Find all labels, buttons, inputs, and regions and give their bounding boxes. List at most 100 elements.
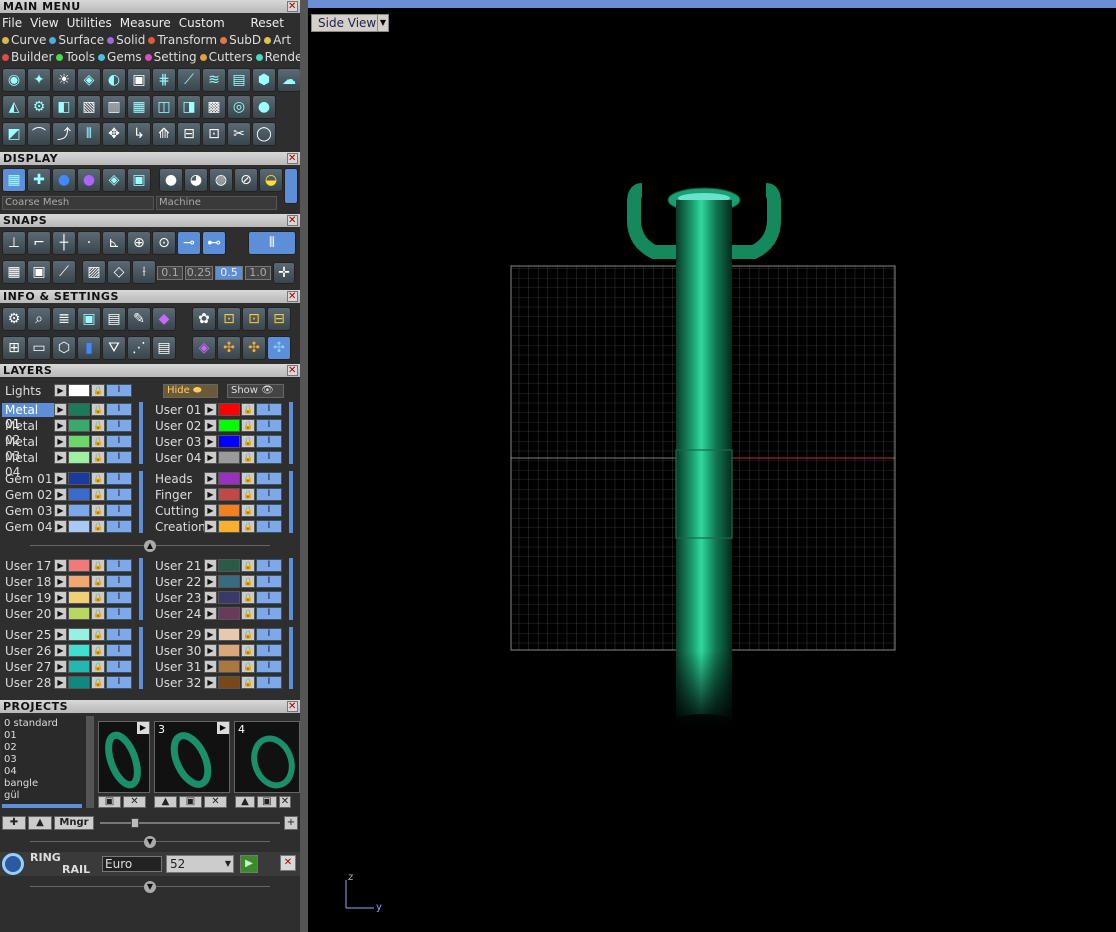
visibility-toggle[interactable]: I (106, 403, 132, 416)
project-thumbnail[interactable]: 3 ▶ (154, 721, 230, 793)
tool-icon[interactable]: ◎ (227, 95, 251, 119)
visibility-toggle[interactable]: I (106, 607, 132, 620)
tool-icon[interactable]: ● (252, 95, 276, 119)
sphere-icon[interactable]: ◒ (259, 168, 283, 192)
visibility-toggle[interactable]: I (256, 644, 282, 657)
layer-color[interactable] (68, 488, 90, 501)
layer-color[interactable] (218, 488, 240, 501)
arrow-icon[interactable]: ▶ (54, 660, 67, 673)
ring-icon[interactable]: ◯ (252, 122, 276, 146)
project-item[interactable]: 0 standard (4, 718, 58, 730)
layer-row[interactable]: User 20 ▶ 🔒 I (2, 606, 132, 621)
lock-icon[interactable]: 🔒 (241, 504, 255, 517)
layer-color[interactable] (68, 504, 90, 517)
snap-toggle-icon[interactable]: ⫴ (248, 231, 296, 255)
sphere-icon[interactable]: ◍ (209, 168, 233, 192)
project-item[interactable]: 01 (4, 730, 17, 742)
layer-row[interactable]: Gem 04 ▶ 🔒 I (2, 519, 132, 534)
play-button[interactable]: ▶ (240, 855, 258, 873)
cube-icon[interactable]: ⬡ (52, 336, 76, 360)
category-art[interactable]: Art (264, 33, 291, 47)
snap-icon[interactable]: ⊾ (102, 231, 126, 255)
arrow-icon[interactable]: ▶ (204, 419, 217, 432)
layer-color[interactable] (218, 435, 240, 448)
tool-icon[interactable]: ▥ (102, 95, 126, 119)
snap-icon[interactable]: ⟋ (52, 260, 76, 284)
layer-row[interactable]: User 30 ▶ 🔒 I (152, 643, 282, 658)
close-icon[interactable]: ✕ (280, 855, 296, 871)
viewport[interactable]: Side View ▼ z y (308, 0, 1116, 932)
close-icon[interactable]: ✕ (287, 291, 298, 302)
layer-color[interactable] (218, 559, 240, 572)
layer-row[interactable]: User 29 ▶ 🔒 I (152, 627, 282, 642)
arrow-icon[interactable]: ▶ (54, 451, 67, 464)
save-icon[interactable]: ▣ (98, 796, 121, 808)
category-builder[interactable]: Builder (2, 50, 53, 64)
arrow-icon[interactable]: ▶ (54, 504, 67, 517)
snap-icon[interactable]: ◇ (107, 260, 131, 284)
arrow-icon[interactable]: ▶ (204, 644, 217, 657)
layer-row[interactable]: User 27 ▶ 🔒 I (2, 659, 132, 674)
lock-icon[interactable]: 🔒 (241, 451, 255, 464)
tool-icon[interactable]: ⟋ (177, 68, 201, 92)
delete-icon[interactable]: ✕ (279, 796, 291, 808)
close-icon[interactable]: ✕ (287, 1, 298, 12)
tool-icon[interactable]: ⊡ (217, 307, 241, 331)
lock-icon[interactable]: 🔒 (91, 488, 105, 501)
add-project-button[interactable]: ✚ (2, 816, 26, 830)
tool-icon[interactable]: ◨ (177, 95, 201, 119)
tool-icon[interactable]: ◫ (152, 95, 176, 119)
layer-row[interactable]: User 26 ▶ 🔒 I (2, 643, 132, 658)
lock-icon[interactable]: 🔒 (91, 591, 105, 604)
arrow-icon[interactable]: ▶ (54, 591, 67, 604)
tool-icon[interactable]: ✣ (217, 336, 241, 360)
tool-icon[interactable]: ◐ (102, 68, 126, 92)
arrow-icon[interactable]: ▶ (54, 384, 67, 397)
category-transform[interactable]: Transform (148, 33, 217, 47)
zoom-in-button[interactable]: + (284, 816, 298, 830)
layer-color[interactable] (68, 591, 90, 604)
lock-icon[interactable]: 🔒 (91, 559, 105, 572)
lock-icon[interactable]: 🔒 (91, 403, 105, 416)
layer-color[interactable] (218, 575, 240, 588)
layer-color[interactable] (68, 575, 90, 588)
arrow-icon[interactable]: ▶ (204, 403, 217, 416)
upload-icon[interactable]: ▲ (235, 796, 255, 808)
layer-row[interactable]: User 23 ▶ 🔒 I (152, 590, 282, 605)
visibility-toggle[interactable]: I (256, 676, 282, 689)
arrow-icon[interactable]: ▶ (204, 660, 217, 673)
delete-icon[interactable]: ✕ (204, 796, 227, 808)
visibility-toggle[interactable]: I (256, 488, 282, 501)
grid-icon[interactable]: ▦ (2, 168, 26, 192)
arrow-icon[interactable]: ▶ (204, 472, 217, 485)
tool-icon[interactable]: ✂ (227, 122, 251, 146)
layer-color[interactable] (68, 607, 90, 620)
arrow-icon[interactable]: ▶ (204, 676, 217, 689)
visibility-toggle[interactable]: I (256, 607, 282, 620)
project-item[interactable]: bangle (4, 778, 38, 790)
visibility-toggle[interactable]: I (256, 403, 282, 416)
lock-icon[interactable]: 🔒 (91, 384, 105, 397)
project-thumbnail[interactable]: 4 (234, 721, 300, 793)
arrow-icon[interactable]: ▶ (204, 488, 217, 501)
layer-color[interactable] (218, 644, 240, 657)
category-surface[interactable]: Surface (49, 33, 104, 47)
tool-icon[interactable]: ⤴ (52, 122, 76, 146)
visibility-toggle[interactable]: I (106, 419, 132, 432)
visibility-toggle[interactable]: I (256, 628, 282, 641)
tool-icon[interactable]: ▧ (77, 95, 101, 119)
arrow-icon[interactable]: ▶ (54, 644, 67, 657)
layer-row[interactable]: Heads ▶ 🔒 I (152, 471, 282, 486)
lock-icon[interactable]: 🔒 (241, 403, 255, 416)
tool-icon[interactable]: ≋ (202, 68, 226, 92)
arrow-icon[interactable]: ▶ (217, 722, 229, 734)
tool-icon[interactable]: ⋰ (127, 336, 151, 360)
tool-icon[interactable]: ◉ (2, 68, 26, 92)
layer-row[interactable]: User 04 ▶ 🔒 I (152, 450, 282, 465)
lock-icon[interactable]: 🔒 (91, 435, 105, 448)
category-cutters[interactable]: Cutters (199, 50, 253, 64)
layer-color[interactable] (218, 607, 240, 620)
tool-icon[interactable]: ⋕ (152, 68, 176, 92)
layer-row[interactable]: Metal 01 ▶ 🔒 I (2, 402, 132, 431)
visibility-toggle[interactable]: I (106, 644, 132, 657)
